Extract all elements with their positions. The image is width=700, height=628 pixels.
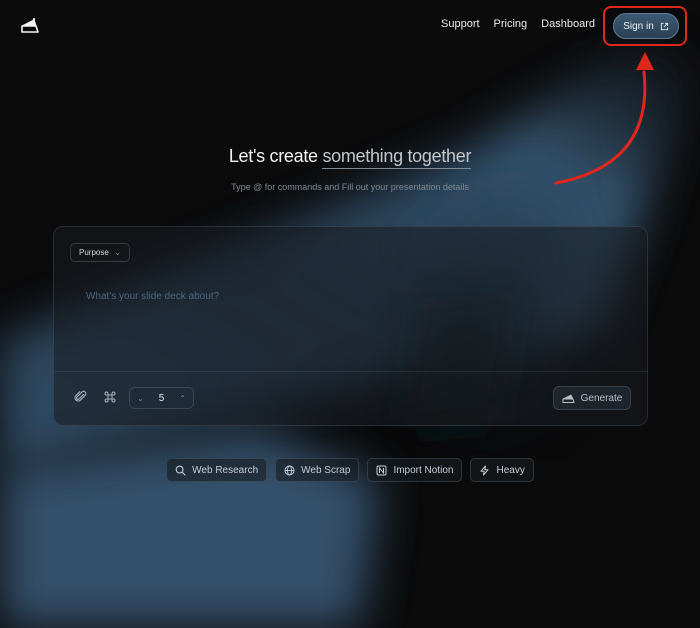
prompt-input[interactable] <box>86 291 606 302</box>
globe-icon <box>284 465 295 475</box>
page-title-emphasis: something together <box>322 146 471 169</box>
lightning-icon <box>480 465 489 475</box>
chip-label: Heavy <box>496 464 525 476</box>
notion-icon <box>376 465 387 475</box>
slide-count-value: 5 <box>158 392 165 404</box>
cake-slice-icon <box>562 393 575 403</box>
command-icon[interactable] <box>103 390 117 404</box>
composer-divider <box>54 371 647 372</box>
nav-link-dashboard[interactable]: Dashboard <box>541 18 595 30</box>
chip-label: Import Notion <box>393 464 454 476</box>
chevron-up-icon[interactable]: ⌃ <box>179 394 186 403</box>
page-title-prefix: Let's create <box>228 146 318 166</box>
purpose-dropdown[interactable]: Purpose ⌄ <box>70 243 130 262</box>
generate-label: Generate <box>580 392 623 404</box>
signin-highlight-box: Sign in <box>603 6 687 46</box>
page-subtitle: Type @ for commands and Fill out your pr… <box>231 182 469 192</box>
chip-label: Web Scrap <box>301 464 351 476</box>
page-title: Let's create something together <box>0 146 700 169</box>
chip-label: Web Research <box>192 464 259 476</box>
chevron-down-icon[interactable]: ⌄ <box>137 394 144 403</box>
chip-import-notion[interactable]: Import Notion <box>367 458 463 482</box>
external-link-icon <box>660 22 668 30</box>
prompt-composer-card: Purpose ⌄ ⌄ 5 ⌃ Generate <box>53 226 648 426</box>
chip-web-scrap[interactable]: Web Scrap <box>275 458 360 482</box>
option-chips: Web Research Web Scrap Import Notion Hea… <box>0 458 700 482</box>
paperclip-icon[interactable] <box>74 390 88 404</box>
chevron-down-icon: ⌄ <box>114 249 121 257</box>
slide-count-stepper[interactable]: ⌄ 5 ⌃ <box>129 387 194 409</box>
generate-button[interactable]: Generate <box>553 386 631 410</box>
chip-web-research[interactable]: Web Research <box>166 458 268 482</box>
top-nav: Support Pricing Dashboard <box>441 18 595 30</box>
search-icon <box>175 465 186 476</box>
logo-cake-icon[interactable] <box>20 16 40 36</box>
signin-button[interactable]: Sign in <box>613 13 679 39</box>
chip-heavy[interactable]: Heavy <box>470 458 534 482</box>
purpose-label: Purpose <box>79 248 109 257</box>
nav-link-pricing[interactable]: Pricing <box>494 18 528 30</box>
signin-label: Sign in <box>623 20 654 32</box>
nav-link-support[interactable]: Support <box>441 18 480 30</box>
